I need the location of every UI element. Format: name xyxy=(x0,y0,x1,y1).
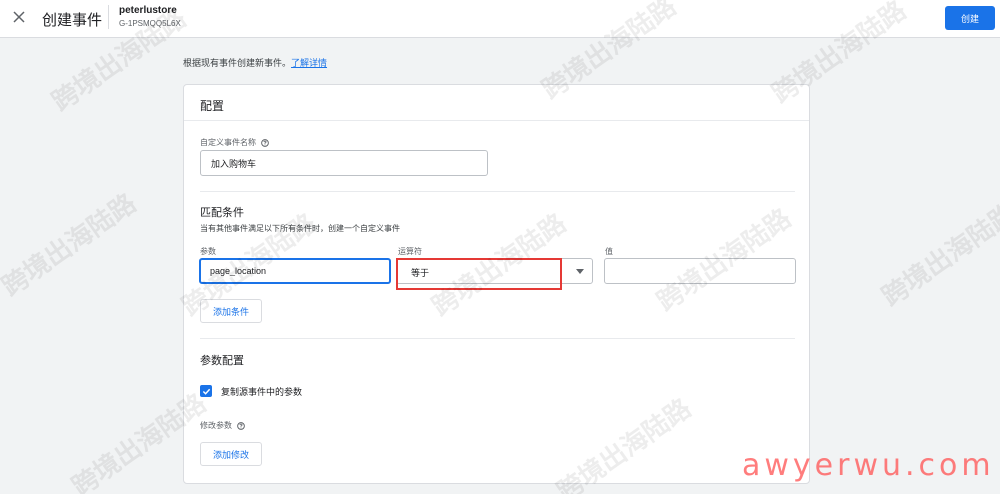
intro-text: 根据现有事件创建新事件。了解详情 xyxy=(183,56,327,69)
matching-description: 当有其他事件满足以下所有条件时，创建一个自定义事件 xyxy=(200,224,400,233)
add-modify-button[interactable]: 添加修改 xyxy=(200,442,263,466)
watermark-text: 跨境出海陆路 xyxy=(0,188,142,303)
page-title: 创建事件 xyxy=(42,12,103,29)
section-divider xyxy=(200,191,795,192)
event-name-label: 自定义事件名称 xyxy=(200,137,270,148)
top-app-bar: 创建事件 peterlustore G-1PSMQQ5L6X 创建 xyxy=(0,0,1000,38)
modify-params-label: 修改参数 xyxy=(200,420,246,431)
copy-params-checkbox[interactable] xyxy=(200,385,212,397)
watermark-text: 跨境出海陆路 xyxy=(876,198,1000,313)
create-button[interactable]: 创建 xyxy=(945,6,995,30)
learn-more-link[interactable]: 了解详情 xyxy=(291,58,327,68)
event-config-card: 配置 自定义事件名称 匹配条件 当有其他事件满足以下所有条件时，创建一个自定义事… xyxy=(183,84,810,484)
close-icon xyxy=(13,11,25,23)
check-icon xyxy=(202,388,210,395)
card-divider xyxy=(184,120,809,121)
add-condition-button[interactable]: 添加条件 xyxy=(200,299,263,323)
modify-params-label-text: 修改参数 xyxy=(200,421,232,430)
help-icon[interactable] xyxy=(237,422,246,430)
section-divider-2 xyxy=(200,338,795,339)
operator-select[interactable]: 等于 xyxy=(396,258,593,284)
copy-params-label: 复制源事件中的参数 xyxy=(221,387,303,397)
params-title: 参数配置 xyxy=(200,355,244,367)
value-input[interactable] xyxy=(604,258,796,284)
property-id: G-1PSMQQ5L6X xyxy=(119,19,181,28)
event-name-input[interactable] xyxy=(200,150,488,176)
intro-description: 根据现有事件创建新事件。 xyxy=(183,58,292,68)
event-name-label-text: 自定义事件名称 xyxy=(200,138,256,147)
operator-value: 等于 xyxy=(411,268,430,278)
close-button[interactable] xyxy=(8,6,30,28)
dropdown-arrow-icon xyxy=(576,269,584,274)
param-input[interactable] xyxy=(199,258,391,284)
param-label: 参数 xyxy=(200,247,216,256)
operator-label: 运算符 xyxy=(398,247,422,256)
help-icon[interactable] xyxy=(261,139,270,147)
property-name: peterlustore xyxy=(119,5,177,16)
value-label: 值 xyxy=(605,247,613,256)
header-divider xyxy=(108,5,109,29)
config-title: 配置 xyxy=(200,99,225,113)
matching-title: 匹配条件 xyxy=(200,207,244,219)
